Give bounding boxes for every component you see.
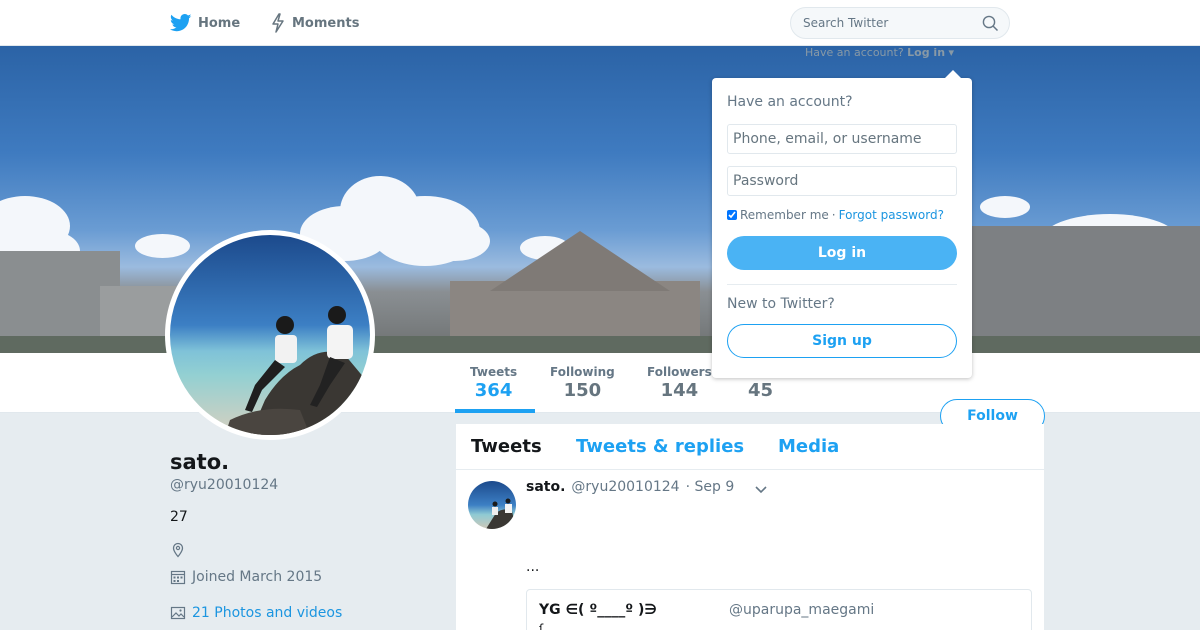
- dropdown-caret: [944, 70, 962, 79]
- tweet-author-name[interactable]: sato.: [526, 479, 565, 495]
- signup-button[interactable]: Sign up: [727, 324, 957, 358]
- tab-media[interactable]: Media: [778, 436, 839, 457]
- remember-row: Remember me · Forgot password?: [727, 208, 944, 222]
- profile-photos[interactable]: 21 Photos and videos: [170, 605, 342, 621]
- quote-text: ſ: [539, 622, 544, 630]
- profile-bio: 27: [170, 509, 188, 525]
- tweet-date[interactable]: · Sep 9: [686, 479, 735, 495]
- remember-checkbox[interactable]: [727, 210, 737, 220]
- tweet-text: ...: [526, 559, 540, 575]
- avatar-photo: [225, 306, 370, 435]
- tab-tweets[interactable]: Tweets: [471, 436, 542, 457]
- lightning-icon: [272, 13, 284, 33]
- joined-date: Joined March 2015: [192, 569, 323, 585]
- stat-value: 144: [660, 380, 699, 401]
- have-account-bar: Have an account? Log in ▾: [805, 46, 955, 59]
- search-box: [790, 7, 1010, 39]
- tab-tweets-replies[interactable]: Tweets & replies: [576, 436, 744, 457]
- stat-value: 364: [474, 380, 513, 401]
- profile-name: sato.: [170, 450, 230, 474]
- stat-value: 150: [563, 380, 602, 401]
- login-toggle[interactable]: Log in: [907, 46, 945, 59]
- stat-followers[interactable]: Followers 144: [647, 365, 712, 401]
- nav-home-label: Home: [198, 15, 241, 31]
- have-account-text: Have an account?: [805, 46, 904, 59]
- quote-author-name: YG ∈( º____º )∋: [539, 602, 657, 618]
- avatar[interactable]: [165, 230, 375, 440]
- search-input[interactable]: [791, 8, 1009, 38]
- timeline: Tweets Tweets & replies Media sato. @ryu…: [456, 424, 1044, 630]
- quoted-tweet[interactable]: YG ∈( º____º )∋ @uparupa_maegami ſ: [526, 589, 1032, 630]
- nav-moments[interactable]: Moments: [270, 0, 359, 46]
- new-to-twitter-label: New to Twitter?: [727, 296, 835, 312]
- stat-label: Tweets: [470, 365, 518, 379]
- image-icon: [170, 606, 186, 620]
- quote-author-handle: @uparupa_maegami: [729, 602, 875, 618]
- stat-label: Followers: [647, 365, 712, 379]
- stat-following[interactable]: Following 150: [550, 365, 615, 401]
- profile-joined: Joined March 2015: [170, 569, 322, 585]
- stat-label: Following: [550, 365, 615, 379]
- nav-moments-label: Moments: [292, 15, 360, 31]
- active-stat-underline: [455, 409, 535, 413]
- login-dropdown: Have an account? Remember me · Forgot pa…: [712, 78, 972, 378]
- top-navigation-bar: Home Moments: [0, 0, 1200, 46]
- stat-value: 45: [748, 380, 774, 401]
- remember-separator: ·: [831, 208, 836, 222]
- tweet-avatar[interactable]: [468, 481, 516, 529]
- photos-link[interactable]: 21 Photos and videos: [192, 605, 342, 621]
- password-field[interactable]: [727, 166, 957, 196]
- search-icon[interactable]: [982, 15, 999, 32]
- remember-label[interactable]: Remember me: [740, 208, 829, 222]
- forgot-password-link[interactable]: Forgot password?: [839, 208, 944, 222]
- timeline-tabs: Tweets Tweets & replies Media: [456, 424, 1044, 470]
- chevron-down-icon[interactable]: [754, 482, 768, 496]
- profile-handle[interactable]: @ryu20010124: [170, 477, 278, 493]
- tweet-header: sato. @ryu20010124 · Sep 9: [526, 479, 734, 495]
- username-field[interactable]: [727, 124, 957, 154]
- dropdown-divider: [727, 284, 957, 285]
- bird-icon: [170, 14, 192, 32]
- login-button[interactable]: Log in: [727, 236, 957, 270]
- calendar-icon: [170, 570, 186, 585]
- nav-home[interactable]: Home: [170, 0, 240, 46]
- dropdown-title: Have an account?: [727, 94, 853, 110]
- stat-tweets[interactable]: Tweets 364: [470, 365, 517, 401]
- profile-location: [170, 542, 186, 558]
- tweet-author-handle[interactable]: @ryu20010124: [571, 479, 679, 495]
- tweet-avatar-photo: [486, 498, 516, 529]
- location-pin-icon: [172, 542, 184, 558]
